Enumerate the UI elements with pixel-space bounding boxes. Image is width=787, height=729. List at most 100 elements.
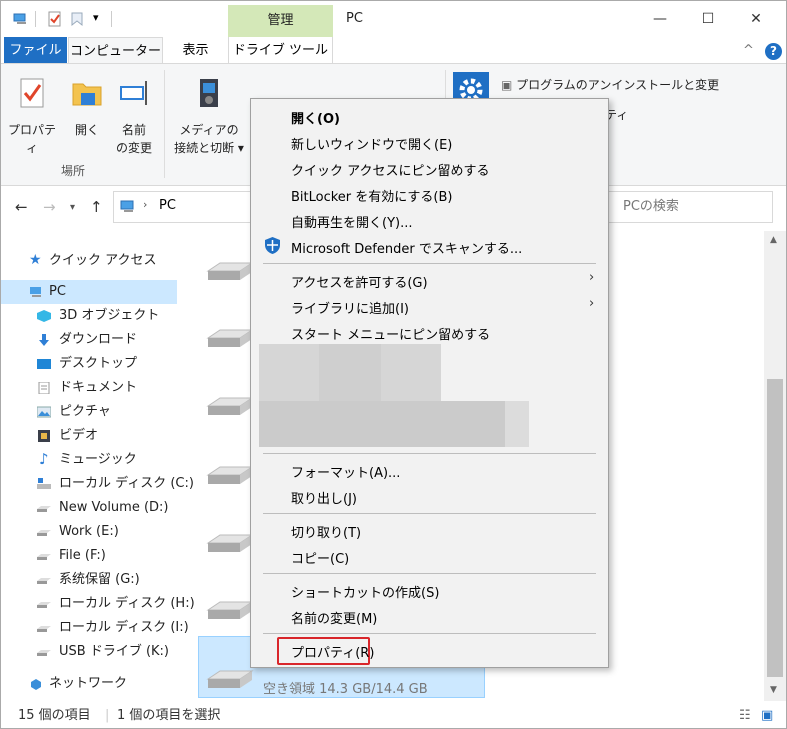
tab-manage[interactable]: 管理: [228, 5, 333, 37]
sidebar-item-label: ローカル ディスク (I:): [59, 620, 189, 635]
hard-drive-icon[interactable]: [206, 463, 254, 487]
recent-locations-button[interactable]: ▾: [70, 202, 75, 213]
open-ribbon-button[interactable]: 開く: [67, 76, 107, 139]
tab-file[interactable]: ファイル: [4, 37, 67, 64]
rename-label-line2: の変更: [115, 141, 152, 155]
menu-item-pin-quick-access[interactable]: クイック アクセスにピン留めする: [291, 160, 489, 179]
minimize-button[interactable]: —: [650, 9, 670, 29]
maximize-button[interactable]: ☐: [698, 9, 718, 29]
context-menu: 開く(O) 新しいウィンドウで開く(E) クイック アクセスにピン留めする Bi…: [250, 98, 609, 668]
menu-item-rename[interactable]: 名前の変更(M): [291, 608, 377, 627]
sidebar-item-quick-access[interactable]: ★ クイック アクセス: [1, 249, 177, 273]
usb-drive-icon[interactable]: [206, 667, 254, 691]
usb-drive-icon: [37, 650, 51, 656]
scroll-up-button[interactable]: ▲: [770, 235, 777, 245]
navigation-pane: ★ クイック アクセス PC 3D オブジェクト ダウンロード デスクトップ ド…: [1, 231, 195, 701]
uninstall-program-button[interactable]: ▣ プログラムのアンインストールと変更: [501, 76, 719, 93]
menu-item-open[interactable]: 開く(O): [291, 108, 340, 127]
menu-item-give-access[interactable]: アクセスを許可する(G): [291, 272, 428, 291]
sidebar-item-drive-c[interactable]: ローカル ディスク (C:): [1, 472, 194, 496]
sidebar-item-music[interactable]: ♪ ミュージック: [1, 448, 177, 472]
properties-icon[interactable]: [47, 11, 63, 27]
menu-item-properties[interactable]: プロパティ(R): [291, 642, 374, 661]
sidebar-item-label: デスクトップ: [59, 356, 138, 371]
menu-item-eject[interactable]: 取り出し(J): [291, 488, 357, 507]
tab-drive-tools[interactable]: ドライブ ツール: [228, 37, 333, 64]
sidebar-item-pictures[interactable]: ピクチャ: [1, 400, 177, 424]
picture-icon: [37, 406, 51, 418]
sidebar-item-drive-e[interactable]: Work (E:): [1, 520, 177, 544]
status-selected-count: 1 個の項目を選択: [117, 708, 221, 723]
back-button[interactable]: ←: [15, 198, 28, 216]
rename-icon: [120, 81, 147, 105]
large-icons-view-icon[interactable]: ▣: [761, 703, 773, 728]
hard-drive-icon[interactable]: [206, 259, 254, 283]
sidebar-item-desktop[interactable]: デスクトップ: [1, 352, 177, 376]
media-device-icon: [200, 79, 218, 107]
menu-item-open-new-window[interactable]: 新しいウィンドウで開く(E): [291, 134, 452, 153]
menu-item-pin-start[interactable]: スタート メニューにピン留めする: [291, 324, 490, 343]
new-folder-icon[interactable]: [69, 11, 85, 27]
sidebar-item-3d-objects[interactable]: 3D オブジェクト: [1, 304, 177, 328]
menu-item-autoplay[interactable]: 自動再生を開く(Y)...: [291, 212, 412, 231]
up-button[interactable]: ↑: [90, 198, 103, 216]
sidebar-item-documents[interactable]: ドキュメント: [1, 376, 177, 400]
close-button[interactable]: ✕: [746, 9, 766, 29]
sidebar-item-label: ダウンロード: [59, 332, 138, 347]
sidebar-item-drive-i[interactable]: ローカル ディスク (I:): [1, 616, 189, 640]
tab-view[interactable]: 表示: [168, 37, 223, 64]
menu-item-cut[interactable]: 切り取り(T): [291, 522, 361, 541]
sidebar-item-drive-g[interactable]: 系统保留 (G:): [1, 568, 177, 592]
vertical-scrollbar[interactable]: ▲ ▼: [764, 231, 786, 701]
window-title: PC: [346, 11, 363, 26]
music-note-icon: ♪: [39, 450, 49, 468]
hard-drive-icon[interactable]: [206, 598, 254, 622]
customize-toolbar-icon[interactable]: ▾: [93, 11, 99, 24]
explorer-window: ▾ 管理 PC — ☐ ✕ ファイル コンピューター 表示 ドライブ ツール ^…: [0, 0, 787, 729]
forward-button[interactable]: →: [43, 198, 56, 216]
menu-item-defender-scan[interactable]: Microsoft Defender でスキャンする...: [291, 238, 522, 257]
sidebar-item-drive-h[interactable]: ローカル ディスク (H:): [1, 592, 195, 616]
sidebar-item-label: File (F:): [59, 548, 106, 563]
scroll-thumb[interactable]: [767, 379, 783, 677]
menu-item-copy[interactable]: コピー(C): [291, 548, 349, 567]
tab-computer[interactable]: コンピューター: [68, 37, 163, 64]
title-bar: ▾ 管理 PC — ☐ ✕: [1, 1, 786, 37]
sidebar-item-drive-k[interactable]: USB ドライブ (K:): [1, 640, 177, 664]
sidebar-item-videos[interactable]: ビデオ: [1, 424, 177, 448]
media-connect-button[interactable]: メディアの 接続と切断 ▾: [167, 76, 251, 157]
group-separator: [164, 70, 165, 178]
properties-ribbon-button[interactable]: プロパティ: [7, 76, 57, 157]
hard-drive-icon[interactable]: [206, 531, 254, 555]
toolbar-separator: [35, 11, 36, 27]
sidebar-item-label: ローカル ディスク (C:): [59, 476, 194, 491]
sidebar-item-drive-f[interactable]: File (F:): [1, 544, 177, 568]
windows-drive-icon: [37, 478, 51, 489]
sidebar-item-pc[interactable]: PC: [1, 280, 177, 304]
sidebar-item-label: ビデオ: [59, 428, 99, 443]
breadcrumb-separator: ›: [143, 198, 148, 211]
menu-item-create-shortcut[interactable]: ショートカットの作成(S): [291, 582, 439, 601]
rename-ribbon-button[interactable]: 名前 の変更: [111, 76, 157, 157]
uninstall-label: プログラムのアンインストールと変更: [516, 78, 720, 92]
pc-icon: [30, 287, 41, 297]
sidebar-item-network[interactable]: ネットワーク: [1, 672, 177, 696]
hard-drive-icon: [37, 602, 51, 608]
hard-drive-icon: [37, 626, 51, 632]
search-input[interactable]: PCの検索: [605, 191, 773, 223]
menu-item-add-library[interactable]: ライブラリに追加(I): [291, 298, 409, 317]
details-view-icon[interactable]: ☷: [739, 703, 751, 728]
sidebar-item-downloads[interactable]: ダウンロード: [1, 328, 177, 352]
hard-drive-icon[interactable]: [206, 394, 254, 418]
menu-item-bitlocker[interactable]: BitLocker を有効にする(B): [291, 186, 452, 205]
breadcrumb-pc[interactable]: PC: [159, 198, 176, 213]
help-button[interactable]: ?: [765, 43, 782, 60]
sidebar-item-drive-d[interactable]: New Volume (D:): [1, 496, 177, 520]
menu-item-format[interactable]: フォーマット(A)...: [291, 462, 400, 481]
film-icon: [38, 430, 50, 442]
sidebar-item-label: 系统保留 (G:): [59, 572, 140, 587]
scroll-down-button[interactable]: ▼: [770, 685, 777, 695]
collapse-ribbon-button[interactable]: ^: [743, 43, 754, 58]
desktop-icon: [37, 359, 51, 369]
hard-drive-icon[interactable]: [206, 326, 254, 350]
